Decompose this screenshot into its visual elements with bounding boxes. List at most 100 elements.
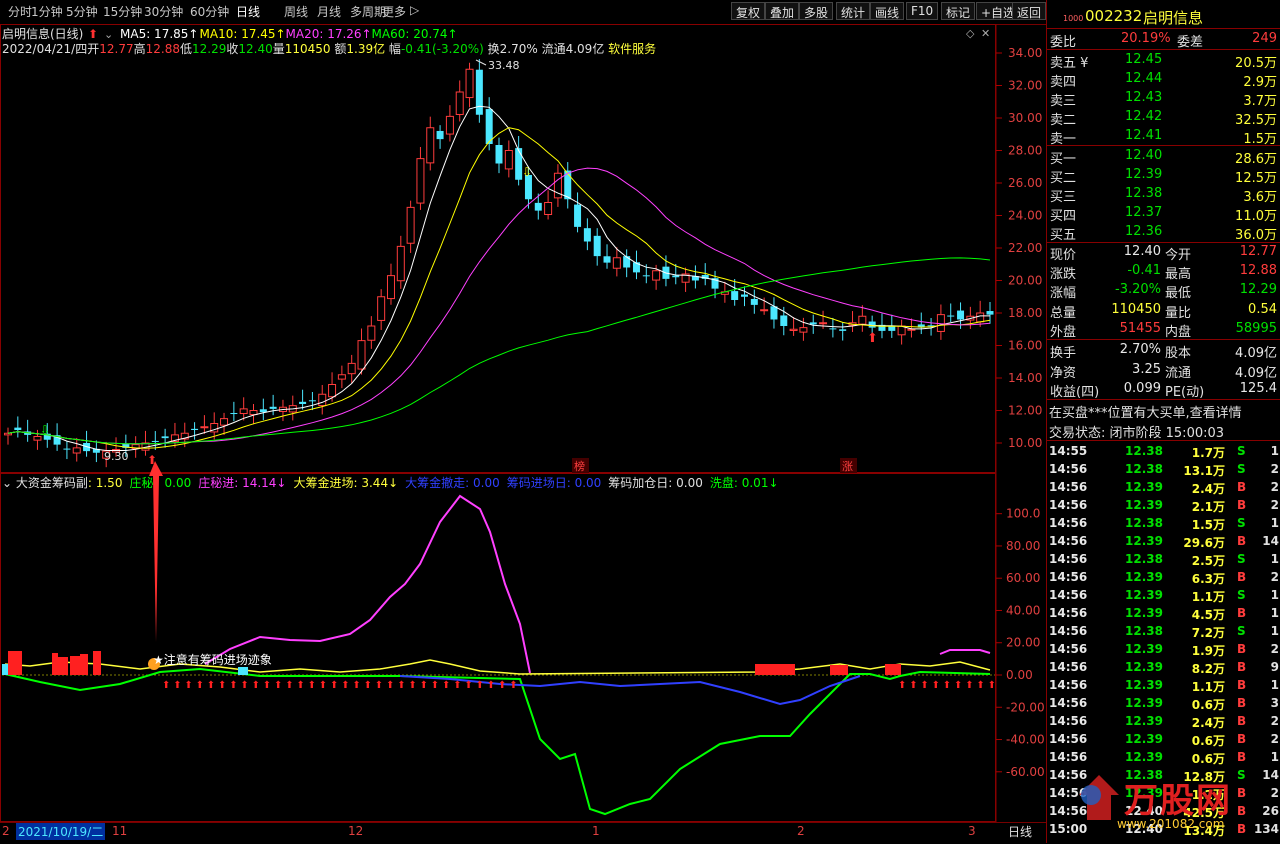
candle-body bbox=[416, 158, 425, 204]
month-label: 2 bbox=[2, 824, 10, 838]
candle-body bbox=[485, 109, 493, 144]
indicator-legend: ⌄ 大资金筹码副: 1.50 庄秘: 0.00 庄秘进: 14.14↓ 大筹金进场: 3… bbox=[2, 475, 779, 490]
toolbar-btn-3[interactable]: 统计 bbox=[836, 2, 871, 20]
chip-in-arrow-icon: ⬆ bbox=[898, 680, 906, 691]
toolbar-btn-5[interactable]: F10 bbox=[906, 2, 939, 20]
candle-body bbox=[347, 362, 356, 375]
ask-row: 卖四 12.44 2.9万 bbox=[1050, 71, 1277, 90]
toolbar-btn-8[interactable]: 返回 bbox=[1012, 2, 1047, 20]
price-pane-frame bbox=[0, 24, 996, 473]
candle-body bbox=[426, 127, 435, 164]
chart-close-icon[interactable]: ✕ bbox=[981, 27, 990, 40]
chip-in-arrow-icon: ⬆ bbox=[162, 680, 170, 691]
period-toolbar: 分时 1分钟 5分钟 15分钟 30分钟 60分钟 日线 周线 月线 多周期 更多 ▷ 复权 叠加 多股 统计… bbox=[0, 0, 1047, 25]
tick-row: 14:56 12.39 6.3万 B 2 bbox=[1049, 570, 1279, 586]
candle-body bbox=[318, 393, 327, 407]
candle-body bbox=[652, 270, 661, 281]
bottom-bar: 2 2021/10/19/二 11 12 1 2 3 日线 bbox=[0, 822, 1046, 844]
price-axis-label: 14.00 bbox=[1008, 371, 1042, 385]
candle-body bbox=[14, 427, 22, 430]
toolbar-btn-6[interactable]: 标记 bbox=[941, 2, 976, 20]
chip-in-arrow-icon: ⬆ bbox=[274, 680, 282, 691]
chip-in-arrow-icon: ⬆ bbox=[285, 680, 293, 691]
toolbar-btn-4[interactable]: 画线 bbox=[870, 2, 905, 20]
peak-pointer bbox=[475, 59, 487, 66]
chip-in-arrow-icon: ⬆ bbox=[954, 680, 962, 691]
chip-in-arrow-icon: ⬆ bbox=[229, 680, 237, 691]
period-4[interactable]: 30分钟 bbox=[144, 3, 183, 20]
period-7[interactable]: 周线 bbox=[284, 3, 308, 20]
period-8[interactable]: 月线 bbox=[317, 3, 341, 20]
chip-in-arrow-icon: ⬆ bbox=[498, 680, 506, 691]
stat2-row: 换手 2.70% 股本 4.09亿 bbox=[1050, 342, 1277, 361]
candle-body bbox=[72, 447, 81, 454]
price-axis-label: 18.00 bbox=[1008, 306, 1042, 320]
candle-body bbox=[603, 256, 611, 263]
more-chevron-icon[interactable]: ▷ bbox=[410, 3, 419, 17]
stat-row: 现价 12.40 今开 12.77 bbox=[1050, 244, 1277, 263]
bigorder-notice[interactable]: 在买盘***位置有大买单,查看详情 bbox=[1047, 401, 1280, 421]
sell-signal-icon: ⇩ bbox=[522, 165, 532, 179]
kline-chart[interactable]: 34.0032.0030.0028.0026.0024.0022.0020.00… bbox=[0, 24, 1046, 836]
fund-bar bbox=[58, 657, 68, 675]
stock-name: 启明信息 bbox=[1143, 9, 1204, 27]
period-1[interactable]: 1分钟 bbox=[31, 3, 63, 20]
chip-in-arrow-icon: ⬆ bbox=[240, 680, 248, 691]
period-6[interactable]: 日线 bbox=[236, 3, 260, 20]
candle-body bbox=[789, 328, 798, 331]
candle-body bbox=[4, 432, 12, 436]
candle-body bbox=[957, 310, 965, 320]
tick-row: 14:56 12.39 29.6万 B 14 bbox=[1049, 534, 1279, 550]
stat2-row: 净资 3.25 流通 4.09亿 bbox=[1050, 361, 1277, 381]
dropdown-icon[interactable]: ⌄ bbox=[104, 28, 113, 41]
chip-in-arrow-icon: ⬆ bbox=[319, 680, 327, 691]
candle-body bbox=[544, 202, 553, 215]
candle-body bbox=[858, 315, 867, 325]
period-0[interactable]: 分时 bbox=[8, 3, 32, 20]
stat2-row: 收益(四) 0.099 PE(动) 125.4 bbox=[1050, 381, 1277, 400]
chip-in-arrow-icon: ⬆ bbox=[218, 680, 226, 691]
chart-diamond-icon[interactable]: ◇ bbox=[966, 27, 975, 40]
period-10[interactable]: 更多 bbox=[382, 3, 406, 20]
tick-row: 14:56 12.39 1.1万 S 1 bbox=[1049, 588, 1279, 604]
peak-price-label: 33.48 bbox=[488, 59, 520, 72]
toolbar-btn-0[interactable]: 复权 bbox=[731, 2, 766, 20]
chip-in-arrow-icon: ⬆ bbox=[509, 680, 517, 691]
bid-row: 买四 12.37 11.0万 bbox=[1050, 205, 1277, 224]
candle-body bbox=[780, 315, 788, 326]
bid-row: 买二 12.39 12.5万 bbox=[1050, 167, 1277, 186]
candle-body bbox=[308, 400, 316, 402]
candle-body bbox=[583, 228, 591, 242]
candle-body bbox=[947, 315, 955, 317]
candle-body bbox=[770, 306, 778, 320]
candle-body bbox=[593, 235, 601, 257]
tick-row: 14:56 12.38 13.1万 S 2 bbox=[1049, 462, 1279, 478]
toolbar-btn-2[interactable]: 多股 bbox=[799, 2, 834, 20]
candle-body bbox=[495, 145, 503, 164]
market-icon: 1000 bbox=[1063, 14, 1084, 23]
period-9[interactable]: 多周期 bbox=[350, 3, 386, 20]
fund-bar bbox=[8, 651, 22, 675]
chip-in-arrow-icon: ⬆ bbox=[965, 680, 973, 691]
watermark-url: www.201082.com bbox=[1117, 817, 1225, 831]
period-5[interactable]: 60分钟 bbox=[190, 3, 229, 20]
tick-row: 14:56 12.39 2.1万 B 2 bbox=[1049, 498, 1279, 514]
period-3[interactable]: 15分钟 bbox=[103, 3, 142, 20]
ask-row: 卖一 12.41 1.5万 bbox=[1050, 128, 1277, 147]
period-2[interactable]: 5分钟 bbox=[66, 3, 98, 20]
candle-body bbox=[986, 311, 994, 315]
candle-body bbox=[63, 448, 71, 450]
toolbar-btn-1[interactable]: 叠加 bbox=[765, 2, 800, 20]
tick-row: 14:56 12.38 1.5万 S 1 bbox=[1049, 516, 1279, 532]
candle-body bbox=[868, 321, 876, 328]
stat-row: 涨幅 -3.20% 最低 12.29 bbox=[1050, 282, 1277, 302]
watermark-text: 万股网 bbox=[1124, 781, 1232, 821]
tick-row: 14:56 12.39 0.6万 B 2 bbox=[1049, 732, 1279, 748]
ind-axis-label: -20.00 bbox=[1006, 700, 1045, 714]
candle-body bbox=[534, 202, 542, 211]
chip-in-arrow-icon: ⬆ bbox=[386, 680, 394, 691]
chip-in-arrow-icon: ⬆ bbox=[442, 680, 450, 691]
ma-legend-0: MA5: 17.85↑ bbox=[120, 27, 198, 41]
fund-bar bbox=[70, 656, 80, 675]
chip-in-arrow-icon: ⬆ bbox=[431, 680, 439, 691]
